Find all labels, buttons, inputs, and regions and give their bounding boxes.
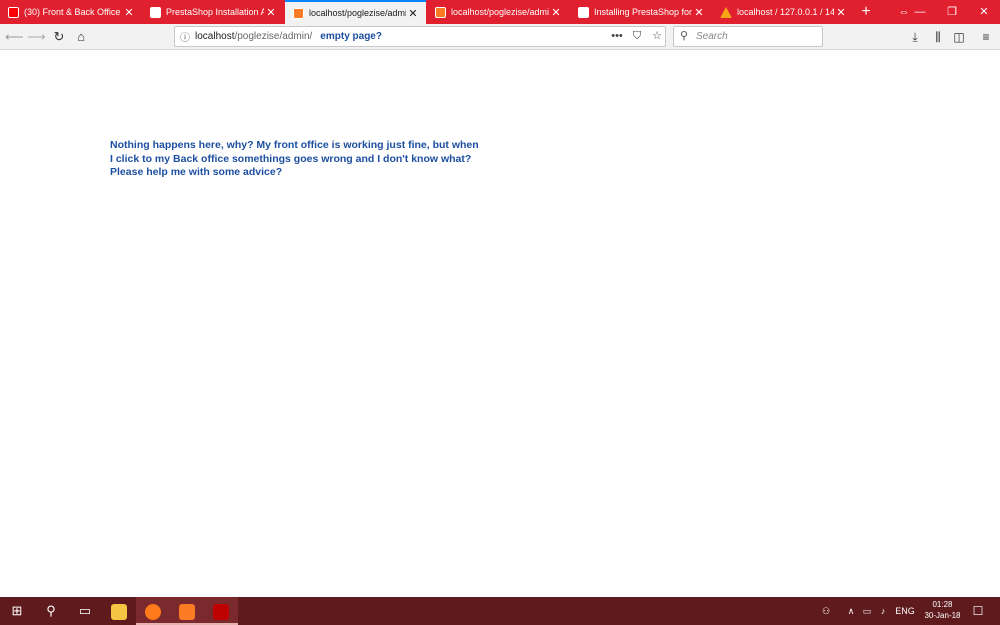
clock-date: 30-Jan-18 (924, 611, 961, 620)
download-icon[interactable]: ⤓ (906, 28, 924, 46)
tab-title: Installing PrestaShop for th (594, 7, 692, 17)
question-line: I click to my Back office somethings goe… (110, 152, 472, 165)
url-bar[interactable]: ⓘ localhost /poglezise/admin/ empty page… (174, 26, 666, 47)
reload-icon[interactable]: ↻ (50, 28, 68, 46)
tab-strip: (30) Front & Back Office - P ✕ PrestaSho… (0, 0, 1000, 24)
tab-phpmyadmin[interactable]: localhost / 127.0.0.1 / 1457 ✕ (712, 0, 854, 24)
search-input[interactable]: ⚲ Search (673, 26, 823, 47)
xampp-icon[interactable] (170, 597, 204, 625)
language-indicator[interactable]: ENG (894, 597, 916, 625)
tab-close-icon[interactable]: ✕ (834, 6, 848, 19)
windows-start-icon[interactable]: ⊞ (0, 597, 34, 625)
question-line: Nothing happens here, why? My front offi… (110, 139, 479, 151)
question-text: Nothing happens here, why? My front offi… (110, 139, 480, 180)
search-icon[interactable]: ⚲ (34, 597, 68, 625)
youtube-icon (8, 6, 19, 18)
pocket-icon[interactable]: ⛉ (629, 28, 645, 45)
tab-close-icon[interactable]: ✕ (549, 6, 563, 19)
bookmark-star-icon[interactable]: ☆ (649, 28, 665, 45)
tab-admin[interactable]: localhost/poglezise/admin/ ✕ (427, 0, 569, 24)
menu-icon[interactable]: ≡ (977, 28, 995, 46)
prestashop-icon (150, 6, 161, 18)
filezilla-icon[interactable] (204, 597, 238, 625)
tab-title: (30) Front & Back Office - P (24, 7, 122, 17)
sidebar-icon[interactable]: ◫ (950, 28, 968, 46)
tab-title: PrestaShop Installation Ass (166, 7, 264, 17)
tab-close-icon[interactable]: ✕ (692, 6, 706, 19)
people-icon[interactable]: ⚇ (818, 597, 834, 625)
forward-icon[interactable]: ⟶ (27, 28, 46, 46)
tab-youtube[interactable]: (30) Front & Back Office - P ✕ (0, 0, 142, 24)
restore-icon[interactable]: ❐ (936, 0, 968, 24)
show-hidden-icons-icon[interactable]: ∧ (844, 597, 858, 625)
tab-close-icon[interactable]: ✕ (122, 6, 136, 19)
file-explorer-icon[interactable] (102, 597, 136, 625)
firefox-icon[interactable] (136, 597, 170, 625)
tab-title: localhost / 127.0.0.1 / 1457 (737, 7, 834, 17)
phpmyadmin-icon (720, 6, 732, 18)
back-icon[interactable]: ⟵ (5, 28, 24, 46)
prestashop-icon (578, 6, 589, 18)
site-info-icon[interactable]: ⓘ (175, 29, 195, 44)
tab-installing-prestashop[interactable]: Installing PrestaShop for th ✕ (570, 0, 712, 24)
minimize-icon[interactable]: — (904, 0, 936, 24)
taskbar: ⊞ ⚲ ▭ ⚇ ∧ ▭ ♪ ENG 01:28 30-Jan-18 ☐ (0, 597, 1000, 625)
system-clock[interactable]: 01:28 30-Jan-18 (915, 599, 970, 621)
tab-title: localhost/poglezise/admin/ (309, 8, 406, 18)
network-icon[interactable]: ▭ (860, 597, 874, 625)
volume-icon[interactable]: ♪ (876, 597, 890, 625)
clock-time: 01:28 (932, 600, 953, 609)
task-view-icon[interactable]: ▭ (68, 597, 102, 625)
tab-close-icon[interactable]: ✕ (264, 6, 278, 19)
library-icon[interactable]: ⫼ (929, 28, 947, 46)
tab-close-icon[interactable]: ✕ (406, 7, 420, 20)
new-tab-button[interactable]: + (858, 0, 874, 24)
xampp-icon (293, 7, 304, 19)
page-content: Nothing happens here, why? My front offi… (0, 51, 1000, 597)
home-icon[interactable]: ⌂ (72, 28, 90, 46)
tab-prestashop-install[interactable]: PrestaShop Installation Ass ✕ (142, 0, 284, 24)
tab-admin-active[interactable]: localhost/poglezise/admin/ ✕ (285, 0, 426, 24)
search-placeholder: Search (696, 31, 728, 42)
search-icon: ⚲ (680, 30, 689, 42)
xampp-icon (435, 6, 446, 18)
url-path: /poglezise/admin/ (234, 31, 313, 42)
notifications-icon[interactable]: ☐ (968, 597, 988, 625)
annotation-text: empty page? (320, 31, 382, 42)
close-window-icon[interactable]: ✕ (968, 0, 1000, 24)
url-host: localhost (195, 31, 235, 42)
tab-title: localhost/poglezise/admin/ (451, 7, 549, 17)
navigation-toolbar: ⟵ ⟶ ↻ ⌂ ⓘ localhost /poglezise/admin/ em… (0, 24, 1000, 50)
page-actions-icon[interactable]: ••• (609, 28, 625, 45)
question-line: Please help me with some advice? (110, 166, 283, 178)
